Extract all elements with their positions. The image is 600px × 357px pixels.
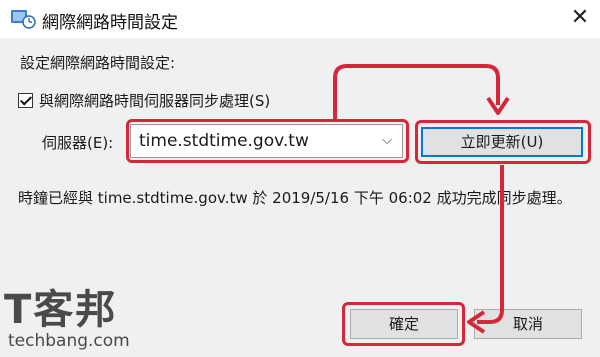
ok-button-label: 確定 bbox=[388, 315, 419, 333]
sync-checkbox[interactable] bbox=[18, 93, 33, 108]
sync-checkbox-row[interactable]: 與網際網路時間伺服器同步處理(S) bbox=[18, 90, 270, 111]
server-combobox-value: time.stdtime.gov.tw bbox=[139, 131, 309, 151]
section-label: 設定網際網路時間設定: bbox=[20, 54, 176, 72]
update-now-button[interactable]: 立即更新(U) bbox=[421, 127, 583, 157]
title-bar: 網際網路時間設定 ✕ bbox=[0, 0, 600, 38]
cancel-button[interactable]: 取消 bbox=[474, 309, 582, 339]
sync-checkbox-label: 與網際網路時間伺服器同步處理(S) bbox=[39, 92, 271, 110]
watermark-logo: T客邦 bbox=[4, 287, 118, 333]
server-label: 伺服器(E): bbox=[42, 134, 114, 152]
ok-button[interactable]: 確定 bbox=[350, 309, 458, 339]
chevron-down-icon[interactable]: ⌵ bbox=[380, 125, 394, 157]
update-now-button-label: 立即更新(U) bbox=[460, 133, 544, 151]
watermark-domain: techbang.com bbox=[8, 331, 130, 351]
close-icon: ✕ bbox=[570, 5, 590, 30]
server-combobox[interactable]: time.stdtime.gov.tw ⌵ bbox=[130, 124, 403, 158]
close-button[interactable]: ✕ bbox=[566, 4, 594, 32]
watermark: T客邦 techbang.com bbox=[4, 288, 130, 350]
window-title: 網際網路時間設定 bbox=[42, 13, 178, 33]
cancel-button-label: 取消 bbox=[512, 315, 543, 333]
network-clock-icon bbox=[11, 10, 36, 29]
status-text: 時鐘已經與 time.stdtime.gov.tw 於 2019/5/16 下午… bbox=[18, 189, 572, 207]
